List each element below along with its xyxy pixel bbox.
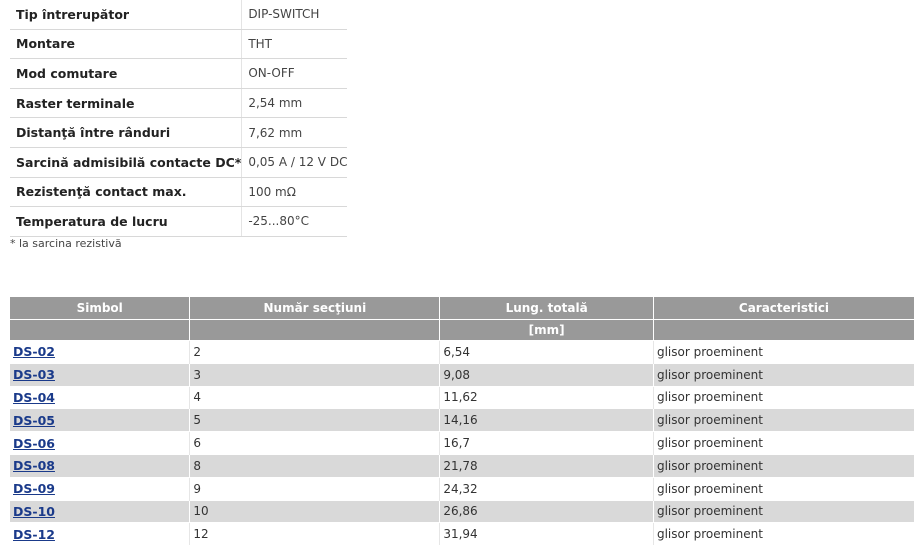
cell-length: 6,54 xyxy=(439,340,654,364)
cell-length: 9,08 xyxy=(439,362,654,387)
spec-label: Rezistenţă contact max. xyxy=(10,177,243,208)
cell-feature: glisor proeminent xyxy=(653,362,914,387)
cell-sections: 4 xyxy=(189,385,441,409)
cell-feature: glisor proeminent xyxy=(653,499,914,523)
subheader-features xyxy=(653,319,914,341)
cell-feature: glisor proeminent xyxy=(653,340,914,364)
cell-sections: 2 xyxy=(189,340,441,364)
header-row: Simbol Număr secţiuni Lung. totală Carac… xyxy=(10,297,914,320)
product-link[interactable]: DS-03 xyxy=(13,367,55,382)
spec-row: Distanţă între rânduri 7,62 mm xyxy=(10,117,348,148)
product-link[interactable]: DS-09 xyxy=(13,481,55,496)
spec-label: Sarcină admisibilă contacte DC* xyxy=(10,147,243,178)
subheader-symbol xyxy=(10,319,191,341)
spec-value: -25...80°C xyxy=(241,206,348,237)
spec-value: ON-OFF xyxy=(241,58,348,89)
cell-length: 14,16 xyxy=(439,408,654,432)
header-length: Lung. totală xyxy=(439,297,654,320)
cell-sections: 6 xyxy=(189,431,441,455)
product-link[interactable]: DS-10 xyxy=(13,504,55,519)
spec-label: Raster terminale xyxy=(10,88,243,119)
subheader-row: [mm] xyxy=(10,319,914,341)
cell-feature: glisor proeminent xyxy=(653,408,914,432)
subheader-length-unit: [mm] xyxy=(439,319,654,341)
cell-length: 21,78 xyxy=(439,453,654,478)
subheader-sections xyxy=(189,319,441,341)
spec-label: Montare xyxy=(10,29,243,60)
header-features: Caracteristici xyxy=(653,297,914,320)
product-link[interactable]: DS-02 xyxy=(13,344,55,359)
table-row: DS-12 12 31,94 glisor proeminent xyxy=(10,522,914,546)
table-row: DS-04 4 11,62 glisor proeminent xyxy=(10,385,914,409)
spec-label: Distanţă între rânduri xyxy=(10,117,243,148)
spec-value: 7,62 mm xyxy=(241,117,348,148)
table-row: DS-06 6 16,7 glisor proeminent xyxy=(10,431,914,455)
cell-length: 24,32 xyxy=(439,476,654,501)
cell-length: 11,62 xyxy=(439,385,654,409)
table-row: DS-05 5 14,16 glisor proeminent xyxy=(10,408,914,432)
spec-value: THT xyxy=(241,29,348,60)
spec-value: DIP-SWITCH xyxy=(241,0,348,30)
table-row: DS-10 10 26,86 glisor proeminent xyxy=(10,499,914,523)
spec-value: 2,54 mm xyxy=(241,88,348,119)
product-link[interactable]: DS-12 xyxy=(13,527,55,542)
table-row: DS-03 3 9,08 glisor proeminent xyxy=(10,362,914,387)
product-link[interactable]: DS-06 xyxy=(13,436,55,451)
spec-row: Raster terminale 2,54 mm xyxy=(10,88,348,119)
cell-sections: 9 xyxy=(189,476,441,501)
table-row: DS-09 9 24,32 glisor proeminent xyxy=(10,476,914,501)
cell-sections: 8 xyxy=(189,453,441,478)
spec-table: Tip întrerupător DIP-SWITCH Montare THT Mo… xyxy=(10,0,348,237)
footnote: * la sarcina rezistivă xyxy=(10,237,122,250)
cell-feature: glisor proeminent xyxy=(653,453,914,478)
spec-value: 100 mΩ xyxy=(241,177,348,208)
spec-value: 0,05 A / 12 V DC xyxy=(241,147,348,178)
spec-row: Mod comutare ON-OFF xyxy=(10,58,348,89)
cell-sections: 12 xyxy=(189,522,441,546)
cell-length: 26,86 xyxy=(439,499,654,523)
spec-row: Temperatura de lucru -25...80°C xyxy=(10,206,348,237)
cell-feature: glisor proeminent xyxy=(653,385,914,409)
spec-row: Montare THT xyxy=(10,29,348,60)
header-symbol: Simbol xyxy=(10,297,191,320)
header-sections: Număr secţiuni xyxy=(189,297,441,320)
cell-length: 16,7 xyxy=(439,431,654,455)
product-table: Simbol Număr secţiuni Lung. totală Carac… xyxy=(10,297,914,546)
cell-feature: glisor proeminent xyxy=(653,431,914,455)
spec-row: Sarcină admisibilă contacte DC* 0,05 A / … xyxy=(10,147,348,178)
spec-row: Rezistenţă contact max. 100 mΩ xyxy=(10,177,348,208)
spec-label: Tip întrerupător xyxy=(10,0,243,30)
product-link[interactable]: DS-08 xyxy=(13,458,55,473)
product-link[interactable]: DS-04 xyxy=(13,390,55,405)
cell-feature: glisor proeminent xyxy=(653,476,914,501)
cell-sections: 5 xyxy=(189,408,441,432)
cell-sections: 10 xyxy=(189,499,441,523)
table-row: DS-02 2 6,54 glisor proeminent xyxy=(10,340,914,364)
cell-sections: 3 xyxy=(189,362,441,387)
spec-label: Mod comutare xyxy=(10,58,243,89)
spec-row: Tip întrerupător DIP-SWITCH xyxy=(10,0,348,30)
product-link[interactable]: DS-05 xyxy=(13,413,55,428)
table-row: DS-08 8 21,78 glisor proeminent xyxy=(10,453,914,478)
cell-feature: glisor proeminent xyxy=(653,522,914,546)
spec-label: Temperatura de lucru xyxy=(10,206,243,237)
cell-length: 31,94 xyxy=(439,522,654,546)
